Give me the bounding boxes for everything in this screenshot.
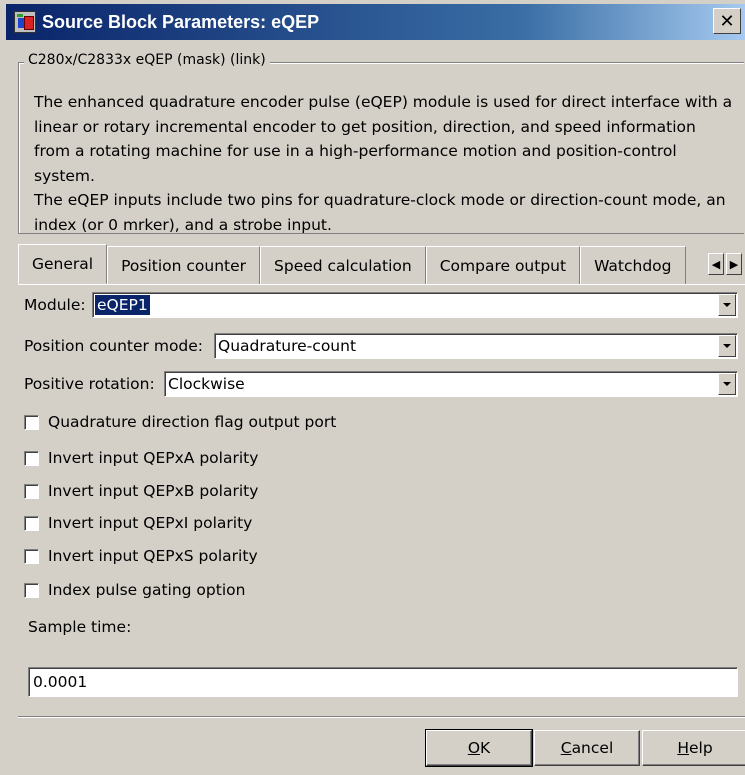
button-separator <box>18 716 745 718</box>
cancel-label: ancel <box>571 739 614 757</box>
help-label: elp <box>688 739 713 757</box>
chevron-down-icon[interactable] <box>718 373 736 395</box>
index-pulse-gating-checkbox[interactable] <box>24 582 39 598</box>
tab-speed-calculation[interactable]: Speed calculation <box>260 246 426 284</box>
ok-label: K <box>480 739 491 757</box>
tab-scroll-right-icon[interactable]: ▶ <box>726 253 742 275</box>
close-icon: ✕ <box>719 10 735 32</box>
module-label: Module: <box>24 296 86 314</box>
tab-bar: General Position counter Speed calculati… <box>18 244 687 284</box>
checkbox-label: Index pulse gating option <box>48 581 246 599</box>
dialog-window: Source Block Parameters: eQEP ✕ C280x/C2… <box>0 0 745 775</box>
invert-qepxs-checkbox[interactable] <box>24 548 39 564</box>
window-title: Source Block Parameters: eQEP <box>42 11 320 32</box>
cancel-mnemonic: C <box>560 739 572 757</box>
module-dropdown[interactable]: eQEP1 <box>92 292 738 318</box>
chevron-down-icon[interactable] <box>718 294 736 316</box>
description-paragraph-2: The eQEP inputs include two pins for qua… <box>34 191 726 234</box>
invert-qepxi-checkbox[interactable] <box>24 515 39 531</box>
ok-button[interactable]: OK <box>425 729 533 767</box>
checkbox-label: Quadrature direction flag output port <box>48 413 337 431</box>
sample-time-label: Sample time: <box>28 618 132 636</box>
simulink-block-icon <box>14 11 36 33</box>
invert-qepxb-checkbox[interactable] <box>24 483 39 499</box>
checkbox-label: Invert input QEPxS polarity <box>48 547 258 565</box>
checkbox-row[interactable]: Invert input QEPxI polarity <box>24 514 252 532</box>
sample-time-input[interactable] <box>28 667 738 697</box>
module-value: eQEP1 <box>95 295 150 315</box>
checkbox-row[interactable]: Quadrature direction flag output port <box>24 413 336 431</box>
group-legend: C280x/C2833x eQEP (mask) (link) <box>24 52 270 68</box>
checkbox-label: Invert input QEPxI polarity <box>48 514 253 532</box>
chevron-down-icon[interactable] <box>718 335 736 357</box>
rotation-dropdown[interactable]: Clockwise <box>164 371 738 397</box>
checkbox-label: Invert input QEPxA polarity <box>48 449 259 467</box>
checkbox-label: Invert input QEPxB polarity <box>48 482 259 500</box>
help-mnemonic: H <box>677 739 689 757</box>
description-paragraph-1: The enhanced quadrature encoder pulse (e… <box>34 93 733 185</box>
checkbox-row[interactable]: Index pulse gating option <box>24 581 245 599</box>
checkbox-row[interactable]: Invert input QEPxA polarity <box>24 449 258 467</box>
tab-watchdog[interactable]: Watchdog <box>580 246 687 284</box>
tab-general[interactable]: General <box>18 244 108 284</box>
checkbox-row[interactable]: Invert input QEPxS polarity <box>24 547 258 565</box>
block-description: The enhanced quadrature encoder pulse (e… <box>34 90 736 237</box>
rotation-label: Positive rotation: <box>24 375 155 393</box>
tab-position-counter[interactable]: Position counter <box>107 246 261 284</box>
cancel-button[interactable]: Cancel <box>534 730 640 766</box>
position-mode-dropdown[interactable]: Quadrature-count <box>214 333 738 359</box>
position-mode-value: Quadrature-count <box>218 337 357 355</box>
quadrature-direction-checkbox[interactable] <box>24 414 39 430</box>
close-button[interactable]: ✕ <box>713 8 741 34</box>
rotation-value: Clockwise <box>168 375 245 393</box>
ok-mnemonic: O <box>467 739 481 757</box>
invert-qepxa-checkbox[interactable] <box>24 450 39 466</box>
checkbox-row[interactable]: Invert input QEPxB polarity <box>24 482 258 500</box>
help-button[interactable]: Help <box>642 730 745 766</box>
position-mode-label: Position counter mode: <box>24 337 204 355</box>
title-bar[interactable]: Source Block Parameters: eQEP ✕ <box>6 4 745 40</box>
tab-scroll-left-icon[interactable]: ◀ <box>708 253 724 275</box>
tab-compare-output[interactable]: Compare output <box>425 246 581 284</box>
